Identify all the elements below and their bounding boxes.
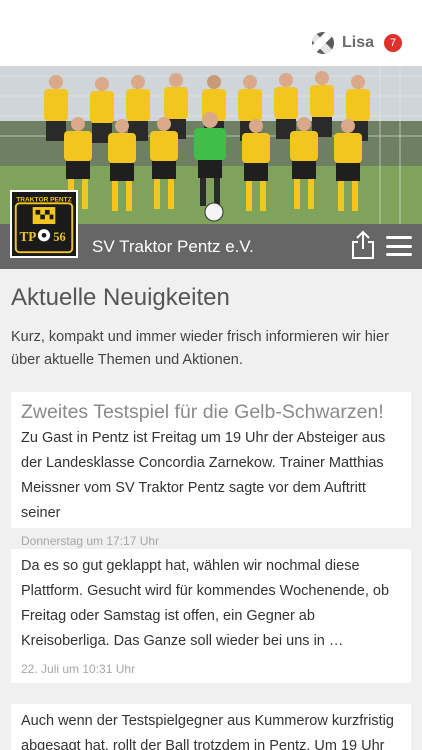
club-crest: TRAKTOR PENTZ TP 56: [10, 190, 78, 258]
crest-text-year: 56: [53, 230, 65, 244]
news-text: Da es so gut geklappt hat, wählen wir no…: [21, 558, 390, 649]
crest-text-tp: TP: [20, 229, 37, 244]
share-icon[interactable]: [350, 230, 376, 260]
news-text: Auch wenn der Testspielgegner aus Kummer…: [21, 713, 394, 750]
section-title: Aktuelle Neuigkeiten: [11, 284, 230, 311]
news-card[interactable]: Auch wenn der Testspielgegner aus Kummer…: [11, 704, 411, 750]
crest-text-top: TRAKTOR PENTZ: [16, 196, 71, 203]
news-text: Zu Gast in Pentz ist Freitag um 19 Uhr d…: [21, 430, 386, 521]
user-chip[interactable]: Lisa 7: [311, 32, 402, 54]
news-date: Donnerstag um 17:17 Uhr: [21, 534, 160, 548]
club-name: SV Traktor Pentz e.V.: [92, 237, 254, 256]
news-title[interactable]: Zweites Testspiel für die Gelb-Schwarzen…: [21, 400, 401, 424]
app-logo-icon: [311, 32, 334, 54]
news-section: Aktuelle Neuigkeiten Kurz, kompakt und i…: [11, 284, 411, 372]
news-date: 22. Juli um 10:31 Uhr: [21, 662, 136, 676]
news-card[interactable]: Zweites Testspiel für die Gelb-Schwarzen…: [11, 392, 411, 548]
user-name: Lisa: [341, 34, 374, 51]
notification-badge[interactable]: 7: [384, 34, 402, 52]
menu-icon[interactable]: [386, 236, 412, 256]
news-card[interactable]: Da es so gut geklappt hat, wählen wir no…: [11, 549, 411, 683]
top-bar: Lisa 7: [0, 0, 422, 66]
section-intro: Kurz, kompakt und immer wieder frisch in…: [11, 329, 389, 368]
